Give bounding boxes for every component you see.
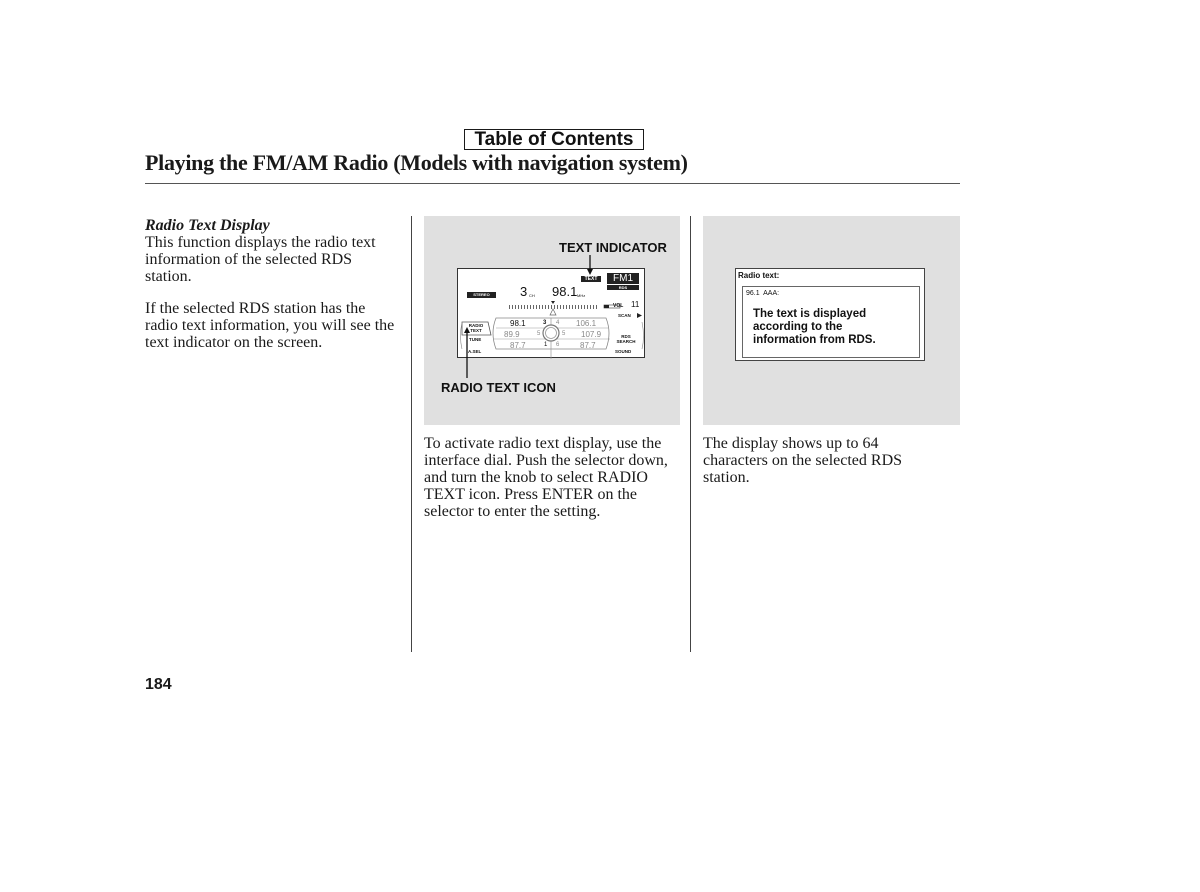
preset-4-freq[interactable]: 106.1 — [576, 319, 596, 328]
preset-6-num: 6 — [556, 342, 560, 348]
page-number: 184 — [145, 676, 172, 693]
column-divider-left — [411, 216, 412, 652]
display-capacity-paragraph: The display shows up to 64 characters on… — [703, 435, 903, 486]
menu-a-sel[interactable]: A.SEL — [468, 349, 481, 354]
scan-label[interactable]: SCAN — [618, 313, 631, 318]
radio-text-icon-callout: RADIO TEXT ICON — [441, 380, 556, 395]
radio-text-line-2: according to the — [753, 321, 843, 333]
table-of-contents-link[interactable]: Table of Contents — [464, 129, 644, 150]
radio-text-box: 96.1 AAA: The text is displayed accordin… — [742, 286, 920, 358]
preset-1-freq[interactable]: 87.7 — [510, 341, 526, 350]
radio-text-line-1: The text is displayed — [753, 308, 867, 320]
volume-label: VOL — [613, 303, 624, 309]
volume-bar-fill — [604, 305, 609, 308]
scan-arrow-icon — [637, 313, 642, 318]
volume-value: 11 — [631, 300, 640, 309]
radio-text-screen-title: Radio text: — [738, 271, 780, 280]
station-line: 96.1 AAA: — [746, 290, 780, 297]
preset-5-freq[interactable]: 107.9 — [581, 330, 601, 339]
activation-paragraph: To activate radio text display, use the … — [424, 435, 668, 520]
indicator-paragraph: If the selected RDS station has the radi… — [145, 300, 395, 351]
preset-5-num: 5 — [562, 331, 566, 337]
menu-rds-search[interactable]: RDS SEARCH — [614, 334, 638, 344]
preset-3-num: 3 — [543, 320, 547, 326]
preset-4-num: 4 — [556, 320, 560, 326]
radio-screen: TEXT FM1 RDS STEREO 3 CH 98.1 MHz VOL 11… — [457, 268, 645, 359]
menu-sound[interactable]: SOUND — [615, 349, 631, 354]
menu-radio-text[interactable]: RADIO TEXT — [465, 323, 487, 333]
column-divider-right — [690, 216, 691, 652]
section-heading: Radio Text Display — [145, 217, 270, 234]
menu-tune[interactable]: TUNE — [469, 337, 481, 342]
radio-text-line-3: information from RDS. — [753, 334, 876, 346]
selector-up-arrow-icon — [549, 308, 557, 316]
intro-paragraph: This function displays the radio text in… — [145, 234, 376, 285]
preset-1-num: 1 — [544, 342, 548, 348]
preset-6-freq[interactable]: 87.7 — [580, 341, 596, 350]
preset-2-freq[interactable]: 89.9 — [504, 330, 520, 339]
preset-3-freq[interactable]: 98.1 — [510, 319, 526, 328]
title-divider — [145, 183, 960, 184]
radio-text-screen: Radio text: 96.1 AAA: The text is displa… — [735, 268, 925, 361]
preset-2-num: 5 — [537, 331, 541, 337]
page-title: Playing the FM/AM Radio (Models with nav… — [145, 150, 688, 175]
tuning-pointer-icon — [551, 301, 555, 304]
text-indicator-callout: TEXT INDICATOR — [559, 240, 667, 255]
